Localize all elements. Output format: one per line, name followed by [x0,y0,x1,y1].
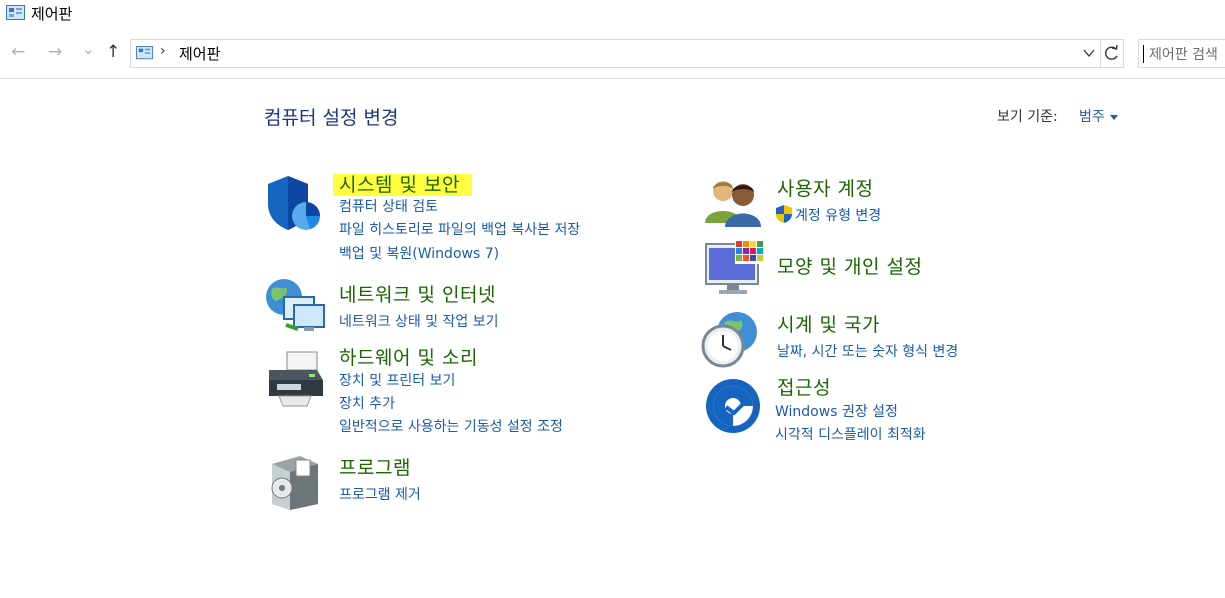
category-user-accounts[interactable]: 사용자 계정 [777,174,873,201]
back-button[interactable]: ← [11,42,25,62]
category-system-security[interactable]: 시스템 및 보안 [333,170,472,197]
link-uninstall-program[interactable]: 프로그램 제거 [339,484,421,504]
search-placeholder: 제어판 검색 [1149,47,1218,63]
category-system-security-title[interactable]: 시스템 및 보안 [333,174,472,196]
program-box-icon [271,456,318,510]
link-optimize-visual-display[interactable]: 시각적 디스플레이 최적화 [775,424,926,444]
recent-locations-button[interactable]: ⌄ [82,40,95,58]
forward-button[interactable]: → [48,42,62,62]
link-date-time-number-format[interactable]: 날짜, 시간 또는 숫자 형식 변경 [777,341,958,361]
window-title: 제어판 [31,5,73,23]
text-caret [1143,45,1144,63]
link-file-history-backup[interactable]: 파일 히스토리로 파일의 백업 복사본 저장 [339,219,580,239]
link-network-status-tasks[interactable]: 네트워크 상태 및 작업 보기 [339,311,498,331]
link-mobility-settings[interactable]: 일반적으로 사용하는 기동성 설정 조정 [339,416,563,436]
page-title: 컴퓨터 설정 변경 [264,107,399,129]
category-clock-region[interactable]: 시계 및 국가 [777,310,880,337]
view-by-value: 범주 [1079,109,1105,125]
divider [0,78,1225,79]
monitor-palette-icon [705,240,763,294]
breadcrumb-control-panel[interactable]: 제어판 [179,43,220,64]
globe-monitors-icon [266,279,325,331]
category-ease-of-access[interactable]: 접근성 [777,373,831,400]
title-bar: 제어판 [0,0,1225,30]
refresh-icon [1105,44,1118,60]
breadcrumb-separator[interactable]: › [160,43,166,59]
clock-globe-icon [701,312,757,368]
category-network-internet[interactable]: 네트워크 및 인터넷 [339,280,496,307]
uac-shield-icon [776,205,792,223]
category-hardware-sound[interactable]: 하드웨어 및 소리 [339,343,478,370]
control-panel-icon [6,5,25,20]
users-icon [705,181,761,227]
navigation-bar: ← → ⌄ ↑ › 제어판 제어판 검색 [0,38,1225,70]
view-by-label: 보기 기준: [997,109,1058,125]
link-devices-printers[interactable]: 장치 및 프린터 보기 [339,370,455,390]
link-add-device[interactable]: 장치 추가 [339,393,395,413]
chevron-down-icon[interactable] [1082,46,1096,60]
dropdown-arrow-icon [1109,114,1118,120]
up-button[interactable]: ↑ [106,42,120,62]
view-by-dropdown[interactable]: 범주 [1079,106,1118,126]
ease-of-access-icon [706,379,760,433]
link-windows-recommended-settings[interactable]: Windows 권장 설정 [775,401,898,421]
search-box[interactable]: 제어판 검색 [1138,39,1225,68]
control-panel-icon [136,46,153,60]
category-programs[interactable]: 프로그램 [339,453,411,480]
printer-icon [269,351,323,407]
address-bar[interactable]: › 제어판 [130,39,1101,68]
link-review-computer-status[interactable]: 컴퓨터 상태 검토 [339,196,438,216]
shield-icon [268,176,320,230]
category-appearance-personalization[interactable]: 모양 및 개인 설정 [777,252,922,279]
refresh-button[interactable] [1100,39,1124,68]
link-change-account-type[interactable]: 계정 유형 변경 [795,205,881,225]
link-backup-restore[interactable]: 백업 및 복원(Windows 7) [339,243,499,263]
